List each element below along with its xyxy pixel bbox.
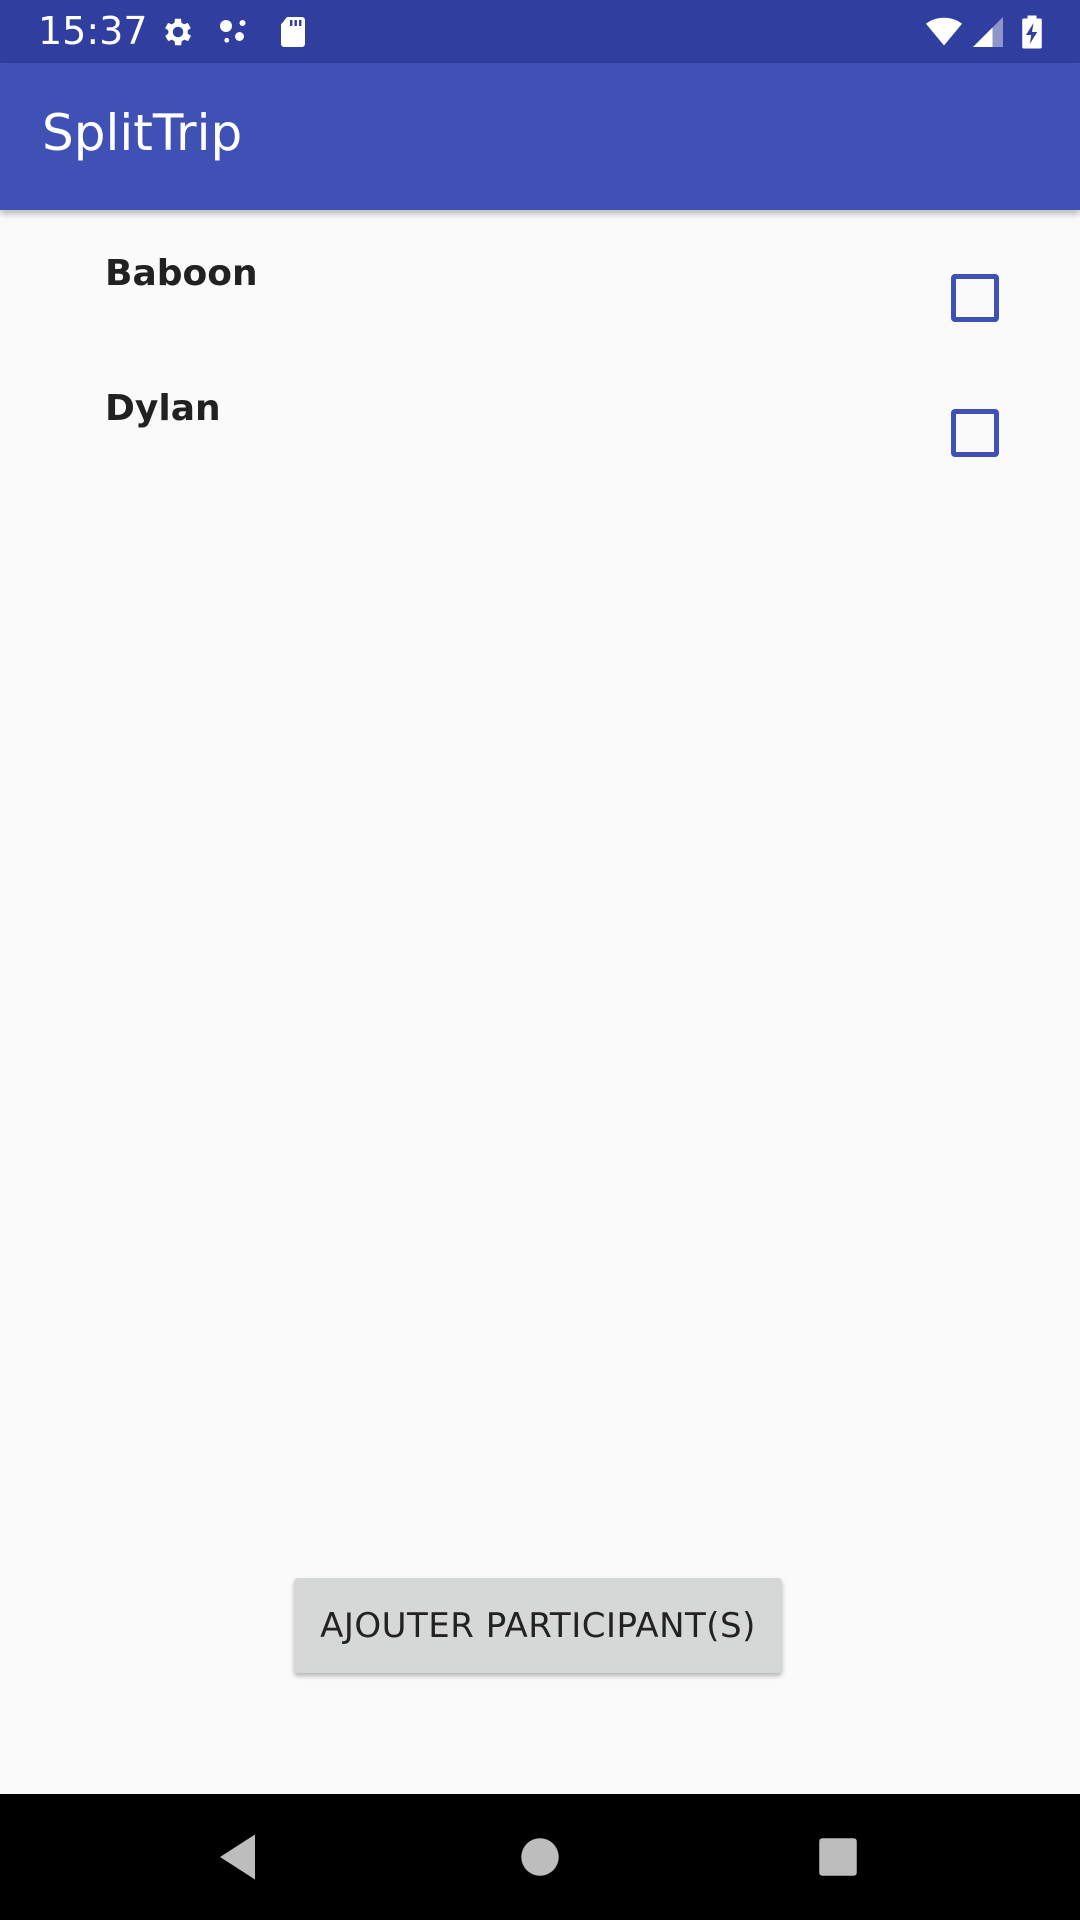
status-time: 15:37	[38, 9, 148, 53]
back-icon[interactable]	[210, 1827, 270, 1887]
sd-card-icon	[273, 14, 313, 50]
navigation-bar	[0, 1794, 1080, 1920]
assistant-dots-icon	[215, 14, 255, 50]
list-item[interactable]: Baboon	[0, 210, 1080, 345]
participant-name: Baboon	[105, 253, 258, 294]
participant-checkbox[interactable]	[951, 409, 999, 457]
cell-signal-icon	[968, 14, 1008, 50]
wifi-icon	[922, 14, 966, 50]
recents-icon[interactable]	[808, 1827, 868, 1887]
participant-name: Dylan	[105, 388, 221, 429]
gear-icon	[158, 14, 198, 50]
status-bar: 15:37	[0, 0, 1080, 63]
participant-list: Baboon Dylan	[0, 210, 1080, 480]
home-icon[interactable]	[510, 1827, 570, 1887]
app-bar: SplitTrip	[0, 63, 1080, 210]
add-participants-button[interactable]: AJOUTER PARTICIPANT(S)	[294, 1578, 782, 1673]
list-item[interactable]: Dylan	[0, 345, 1080, 480]
battery-charging-icon	[1014, 14, 1050, 50]
app-title: SplitTrip	[42, 104, 243, 162]
participant-checkbox[interactable]	[951, 274, 999, 322]
